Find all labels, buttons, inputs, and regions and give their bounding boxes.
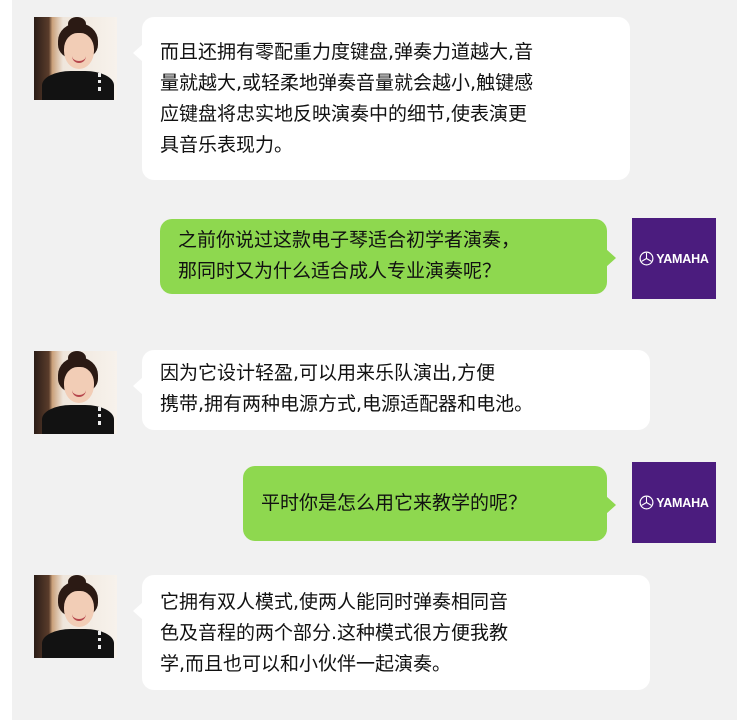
message-bubble-received[interactable]: 它拥有双人模式,使两人能同时弹奏相同音 色及音程的两个部分.这种模式很方便我教 … (133, 575, 650, 690)
message-bubble-sent[interactable]: 平时你是怎么用它来教学的呢？ (243, 466, 616, 541)
student-avatar[interactable]: YAMAHA (632, 218, 716, 299)
message-text-line: 学,而且也可以和小伙伴一起演奏。 (160, 653, 452, 675)
message-text-line: 应键盘将忠实地反映演奏中的细节,使表演更 (160, 103, 528, 125)
message-text-line: 它拥有双人模式,使两人能同时弹奏相同音 (160, 591, 509, 613)
message-text-line: 具音乐表现力。 (160, 134, 294, 156)
message-text-line: 而且还拥有零配重力度键盘,弹奏力道越大,音 (160, 41, 534, 63)
teacher-avatar[interactable] (34, 17, 117, 100)
message-text-line: 因为它设计轻盈,可以用来乐队演出,方便 (160, 362, 496, 384)
teacher-avatar[interactable] (34, 575, 117, 658)
message-text-line: 量就越大,或轻柔地弹奏音量就会越小,触键感 (160, 72, 534, 94)
student-avatar[interactable]: YAMAHA (632, 462, 716, 543)
message-bubble-received[interactable]: 而且还拥有零配重力度键盘,弹奏力道越大,音 量就越大,或轻柔地弹奏音量就会越小,… (133, 17, 630, 180)
message-text-line: 色及音程的两个部分.这种模式很方便我教 (160, 622, 509, 644)
message-bubble-sent[interactable]: 之前你说过这款电子琴适合初学者演奏， 那同时又为什么适合成人专业演奏呢？ (160, 219, 616, 294)
message-text-line: 携带,拥有两种电源方式,电源适配器和电池。 (160, 393, 534, 415)
message-text-line: 那同时又为什么适合成人专业演奏呢？ (178, 260, 502, 282)
tuning-fork-logo-icon (639, 495, 654, 510)
message-text-line: 之前你说过这款电子琴适合初学者演奏， (178, 229, 521, 251)
message-bubble-received[interactable]: 因为它设计轻盈,可以用来乐队演出,方便 携带,拥有两种电源方式,电源适配器和电池… (133, 350, 650, 430)
teacher-avatar[interactable] (34, 351, 117, 434)
tuning-fork-logo-icon (639, 251, 654, 266)
message-text-line: 平时你是怎么用它来教学的呢？ (261, 492, 528, 514)
brand-name: YAMAHA (656, 495, 709, 510)
brand-name: YAMAHA (656, 251, 709, 266)
yamaha-logo: YAMAHA (639, 251, 709, 266)
yamaha-logo: YAMAHA (639, 495, 709, 510)
